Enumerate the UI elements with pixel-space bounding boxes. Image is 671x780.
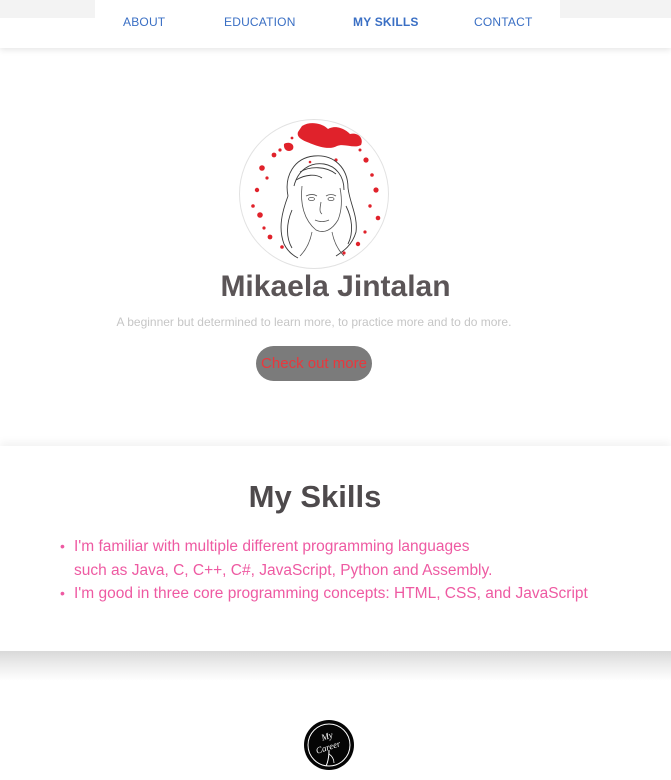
skill-text: such as Java, C, C++, C#, JavaScript, Py… <box>74 561 493 579</box>
nav-link-contact[interactable]: CONTACT <box>474 15 533 29</box>
logo-mark: My Career <box>307 723 351 767</box>
hero-section: Mikaela Jintalan A beginner but determin… <box>0 48 671 446</box>
skill-text: I'm familiar with multiple different pro… <box>74 538 470 555</box>
top-navbar: ABOUT EDUCATION MY SKILLS CONTACT <box>0 0 671 48</box>
nav-link-education[interactable]: EDUCATION <box>224 15 296 29</box>
hero-tagline: A beginner but determined to learn more,… <box>116 315 512 329</box>
avatar-image <box>251 123 381 259</box>
bullet-icon: • <box>60 538 65 554</box>
bullet-icon: • <box>60 585 65 601</box>
skills-section: My Skills • I'm familiar with multiple d… <box>0 446 671 651</box>
section-divider <box>0 651 671 681</box>
my-career-logo-icon[interactable]: My Career <box>304 720 354 770</box>
portrait-sketch-icon <box>239 119 389 269</box>
skills-title: My Skills <box>248 479 382 514</box>
footer: My Career <box>0 681 671 780</box>
skill-item: • I'm familiar with multiple different p… <box>58 535 658 582</box>
nav-link-my-skills[interactable]: MY SKILLS <box>353 15 419 29</box>
skill-item: • I'm good in three core programming con… <box>58 582 658 606</box>
skills-list: • I'm familiar with multiple different p… <box>58 535 658 606</box>
skill-text: I'm good in three core programming conce… <box>74 585 588 602</box>
logo-text-career: Career <box>315 738 342 755</box>
hero-name: Mikaela Jintalan <box>220 270 451 303</box>
check-out-more-button[interactable]: Check out more <box>256 346 372 381</box>
nav-link-about[interactable]: ABOUT <box>123 15 165 29</box>
